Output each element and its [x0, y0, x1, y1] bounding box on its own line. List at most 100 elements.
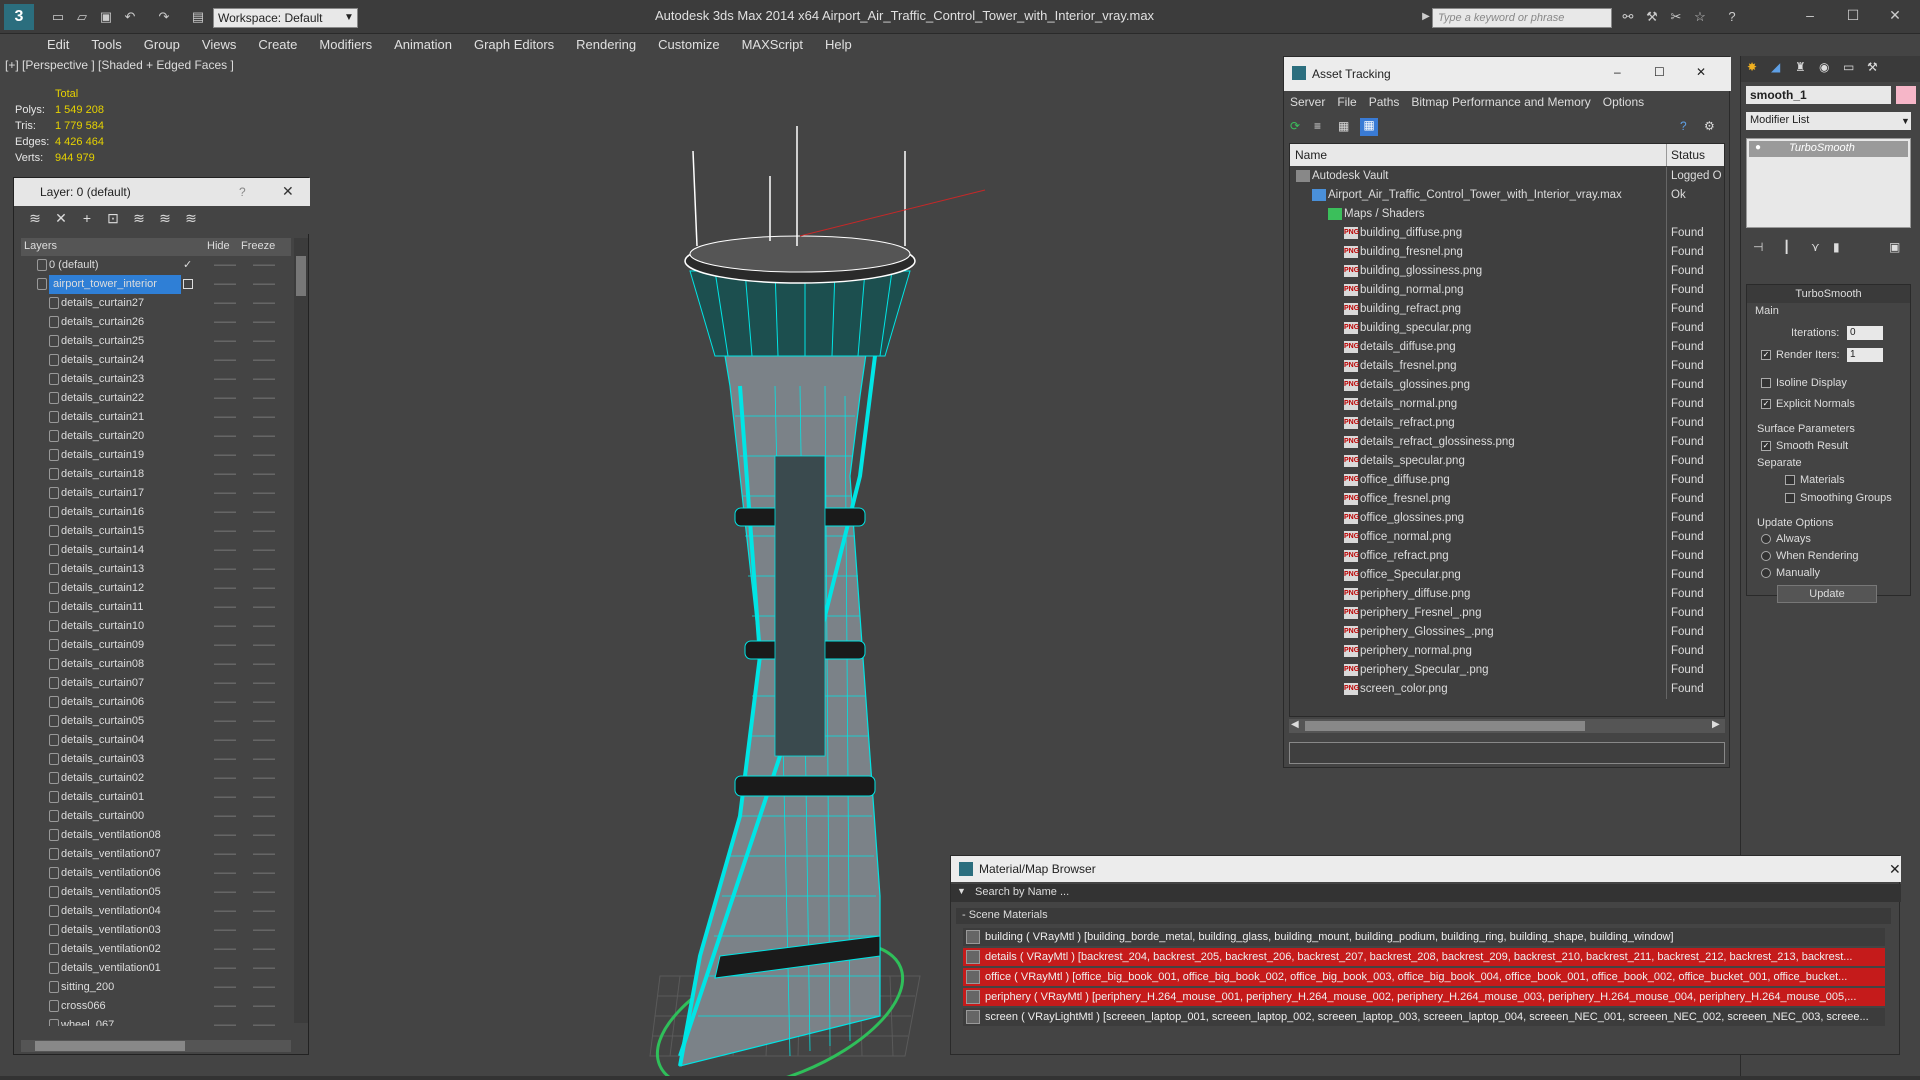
- hide-toggle[interactable]: ——: [214, 902, 236, 921]
- binoculars-icon[interactable]: ⚯: [1620, 9, 1636, 25]
- layer-vertical-scrollbar[interactable]: [294, 238, 308, 1023]
- chevron-down-icon[interactable]: ▼: [1901, 112, 1913, 130]
- layer-row[interactable]: details_curtain23 —— ——: [21, 370, 291, 389]
- material-row[interactable]: details ( VRayMtl ) [backrest_204, backr…: [963, 948, 1885, 966]
- layer-row[interactable]: details_ventilation07 —— ——: [21, 845, 291, 864]
- motion-tab-icon[interactable]: ◉: [1819, 60, 1829, 74]
- freeze-toggle[interactable]: ——: [253, 636, 275, 655]
- layer-row[interactable]: details_curtain19 —— ——: [21, 446, 291, 465]
- layer-row[interactable]: details_ventilation04 —— ——: [21, 902, 291, 921]
- smooth-result-row[interactable]: ✓ Smooth Result: [1761, 440, 1848, 452]
- close-icon[interactable]: ✕: [1880, 5, 1910, 25]
- select-layer-icon[interactable]: ≋: [126, 206, 152, 230]
- maximize-icon[interactable]: ☐: [1838, 5, 1868, 25]
- freeze-toggle[interactable]: ——: [253, 332, 275, 351]
- hide-toggle[interactable]: ——: [214, 332, 236, 351]
- settings-icon[interactable]: ⚙: [1704, 119, 1715, 133]
- hide-toggle[interactable]: ——: [214, 674, 236, 693]
- hide-toggle[interactable]: ——: [214, 769, 236, 788]
- menu-create[interactable]: Create: [247, 34, 308, 55]
- asset-row[interactable]: PNG details_diffuse.png Found: [1290, 338, 1724, 357]
- layer-row[interactable]: details_curtain26 —— ——: [21, 313, 291, 332]
- configure-sets-icon[interactable]: ▣: [1889, 240, 1900, 254]
- asset-row[interactable]: PNG office_glossines.png Found: [1290, 509, 1724, 528]
- viewport-label[interactable]: [+] [Perspective ] [Shaded + Edged Faces…: [5, 58, 234, 72]
- asset-row[interactable]: PNG building_diffuse.png Found: [1290, 224, 1724, 243]
- layer-row[interactable]: wheel_067 —— ——: [21, 1016, 291, 1026]
- freeze-toggle[interactable]: ——: [253, 370, 275, 389]
- menu-graph-editors[interactable]: Graph Editors: [463, 34, 565, 55]
- render-iters-checkbox[interactable]: ✓: [1761, 350, 1771, 361]
- asset-row[interactable]: PNG building_normal.png Found: [1290, 281, 1724, 300]
- open-file-icon[interactable]: ▱: [74, 9, 90, 25]
- always-radio[interactable]: [1761, 534, 1771, 545]
- minimize-icon[interactable]: –: [1614, 65, 1621, 79]
- layers-column[interactable]: Layers: [24, 240, 57, 252]
- layer-row[interactable]: cross066 —— ——: [21, 997, 291, 1016]
- always-radio-row[interactable]: Always: [1761, 533, 1811, 545]
- select-objects-icon[interactable]: ⊡: [100, 206, 126, 230]
- hide-toggle[interactable]: ——: [214, 636, 236, 655]
- menu-help[interactable]: Help: [814, 34, 863, 55]
- hide-toggle[interactable]: ——: [214, 351, 236, 370]
- modify-tab-icon[interactable]: ◢: [1771, 60, 1780, 74]
- layer-row[interactable]: details_curtain00 —— ——: [21, 807, 291, 826]
- redo-icon[interactable]: ↷: [156, 9, 172, 25]
- asset-row[interactable]: PNG details_normal.png Found: [1290, 395, 1724, 414]
- hide-toggle[interactable]: ——: [214, 617, 236, 636]
- hide-toggle[interactable]: ——: [214, 522, 236, 541]
- freeze-toggle[interactable]: ——: [253, 959, 275, 978]
- asset-row[interactable]: PNG details_refract_glossiness.png Found: [1290, 433, 1724, 452]
- hide-toggle[interactable]: ——: [214, 541, 236, 560]
- update-button[interactable]: Update: [1777, 585, 1877, 603]
- asset-row[interactable]: PNG office_normal.png Found: [1290, 528, 1724, 547]
- render-iters-row[interactable]: ✓ Render Iters:: [1761, 349, 1840, 361]
- layer-row[interactable]: details_ventilation03 —— ——: [21, 921, 291, 940]
- hide-toggle[interactable]: ——: [214, 845, 236, 864]
- layer-row[interactable]: details_curtain18 —— ——: [21, 465, 291, 484]
- freeze-toggle[interactable]: ——: [253, 484, 275, 503]
- table-view-icon[interactable]: ▦: [1360, 118, 1378, 136]
- freeze-toggle[interactable]: ——: [253, 769, 275, 788]
- hide-toggle[interactable]: ——: [214, 712, 236, 731]
- freeze-toggle[interactable]: ——: [253, 997, 275, 1016]
- help-icon[interactable]: ?: [1680, 119, 1687, 133]
- hide-toggle[interactable]: ——: [214, 807, 236, 826]
- menu-views[interactable]: Views: [191, 34, 247, 55]
- layer-row[interactable]: details_curtain21 —— ——: [21, 408, 291, 427]
- add-layer-icon[interactable]: +: [74, 206, 100, 230]
- status-column[interactable]: Status: [1671, 148, 1705, 162]
- hide-toggle[interactable]: ——: [214, 256, 236, 275]
- utilities-tab-icon[interactable]: ⚒: [1867, 60, 1878, 74]
- freeze-toggle[interactable]: ——: [253, 883, 275, 902]
- object-name-field[interactable]: smooth_1: [1746, 86, 1891, 104]
- layer-manager-icon[interactable]: ≋: [22, 206, 48, 230]
- freeze-toggle[interactable]: ——: [253, 256, 275, 275]
- freeze-toggle[interactable]: ——: [253, 598, 275, 617]
- hide-toggle[interactable]: ——: [214, 579, 236, 598]
- hide-column[interactable]: Hide: [207, 240, 230, 252]
- freeze-toggle[interactable]: ——: [253, 617, 275, 636]
- help-icon[interactable]: ?: [1724, 9, 1740, 25]
- menu-tools[interactable]: Tools: [80, 34, 132, 55]
- material-row[interactable]: office ( VRayMtl ) [office_big_book_001,…: [963, 968, 1885, 986]
- hide-toggle[interactable]: ——: [214, 750, 236, 769]
- make-unique-icon[interactable]: ⋎: [1811, 240, 1820, 254]
- asset-row[interactable]: Airport_Air_Traffic_Control_Tower_with_I…: [1290, 186, 1724, 205]
- freeze-toggle[interactable]: ——: [253, 503, 275, 522]
- undo-icon[interactable]: ↶: [122, 9, 138, 25]
- freeze-toggle[interactable]: ——: [253, 579, 275, 598]
- remove-modifier-icon[interactable]: ▮: [1833, 240, 1840, 254]
- modifier-list-dropdown[interactable]: Modifier List: [1746, 112, 1911, 130]
- freeze-toggle[interactable]: ——: [253, 655, 275, 674]
- favorites-icon[interactable]: ☆: [1692, 9, 1708, 25]
- asset-row[interactable]: PNG periphery_Glossines_.png Found: [1290, 623, 1724, 642]
- layer-row[interactable]: details_curtain01 —— ——: [21, 788, 291, 807]
- delete-layer-icon[interactable]: ✕: [48, 206, 74, 230]
- freeze-toggle[interactable]: ——: [253, 351, 275, 370]
- menu-customize[interactable]: Customize: [647, 34, 730, 55]
- asset-row[interactable]: PNG screen_color.png Found: [1290, 680, 1724, 699]
- hide-toggle[interactable]: ——: [214, 275, 236, 294]
- hide-toggle[interactable]: ——: [214, 997, 236, 1016]
- create-tab-icon[interactable]: ✸: [1747, 60, 1757, 74]
